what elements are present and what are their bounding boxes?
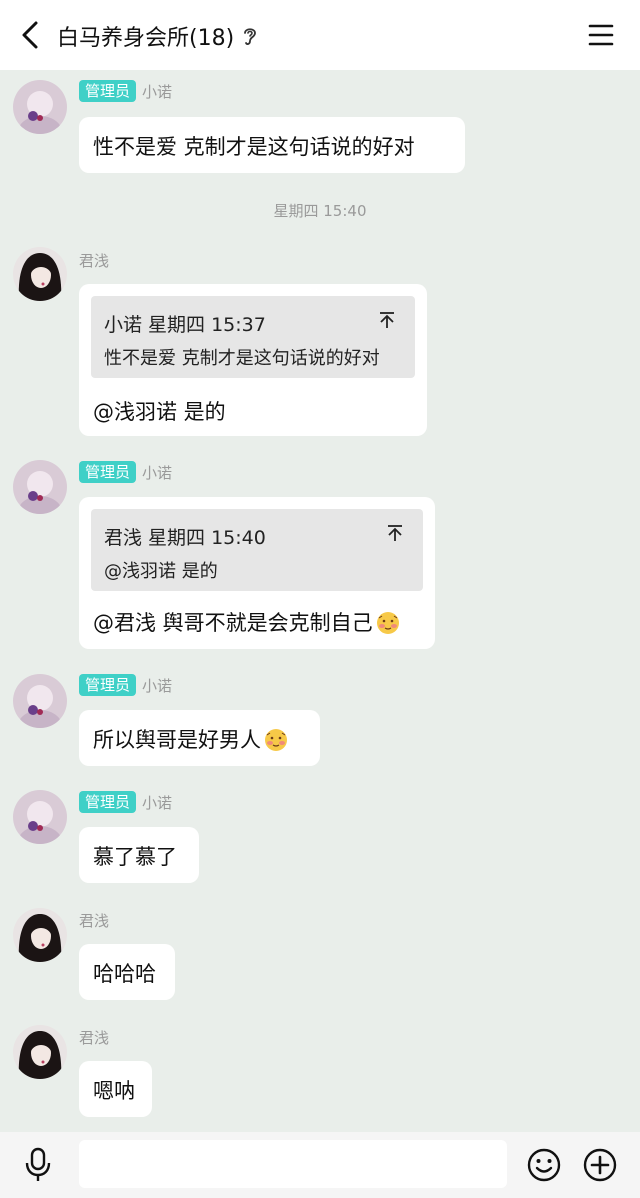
admin-badge: 管理员 xyxy=(79,674,137,696)
message-text-row: 所以舆哥是好男人 xyxy=(93,724,289,757)
message-bubble[interactable]: 嗯呐 xyxy=(79,1061,152,1117)
quote-body: 性不是爱 克制才是这句话说的好对 xyxy=(104,348,380,369)
avatar[interactable] xyxy=(13,460,67,514)
avatar[interactable] xyxy=(13,247,67,301)
sender-name: 小诺 xyxy=(142,793,173,812)
message-input[interactable] xyxy=(79,1140,507,1188)
message-text: 慕了慕了 xyxy=(93,845,177,869)
message-text: @君浅 舆哥不就是会克制自己 xyxy=(93,611,373,635)
reply-quote[interactable]: 君浅 星期四 15:40 @浅羽诺 是的 xyxy=(91,509,423,591)
ear-icon xyxy=(242,25,258,47)
avatar[interactable] xyxy=(13,80,67,134)
sender-name: 小诺 xyxy=(142,676,173,695)
avatar[interactable] xyxy=(13,1025,67,1079)
message-bubble[interactable]: 所以舆哥是好男人 xyxy=(79,710,320,766)
avatar[interactable] xyxy=(13,790,67,844)
quote-body: @浅羽诺 是的 xyxy=(104,561,218,582)
blushing-face-icon xyxy=(263,726,289,757)
quote-header: 小诺 星期四 15:37 xyxy=(104,314,266,336)
pin-top-icon xyxy=(387,523,403,547)
message-bubble[interactable]: 小诺 星期四 15:37 性不是爱 克制才是这句话说的好对 @浅羽诺 是的 xyxy=(79,284,427,436)
chat-header: 白马养身会所(18) xyxy=(0,0,640,70)
voice-button[interactable] xyxy=(22,1147,54,1187)
message-bubble[interactable]: 性不是爱 克制才是这句话说的好对 xyxy=(79,117,465,173)
avatar[interactable] xyxy=(13,674,67,728)
timestamp: 星期四 15:40 xyxy=(273,202,367,220)
message-meta: 君浅 xyxy=(79,909,109,931)
more-button[interactable] xyxy=(582,1147,618,1187)
message-meta: 管理员 小诺 xyxy=(79,791,172,813)
microphone-icon xyxy=(25,1147,51,1181)
plus-circle-icon xyxy=(583,1148,617,1182)
message-meta: 管理员 小诺 xyxy=(79,674,172,696)
back-button[interactable] xyxy=(14,18,46,52)
message-meta: 君浅 xyxy=(79,249,109,271)
sender-name: 君浅 xyxy=(79,1028,110,1047)
menu-icon xyxy=(588,24,614,46)
reply-quote[interactable]: 小诺 星期四 15:37 性不是爱 克制才是这句话说的好对 xyxy=(91,296,415,378)
message-meta: 管理员 小诺 xyxy=(79,80,172,102)
message-text: 所以舆哥是好男人 xyxy=(93,728,261,752)
message-bubble[interactable]: 哈哈哈 xyxy=(79,944,175,1000)
sender-name: 小诺 xyxy=(142,463,173,482)
sender-name: 君浅 xyxy=(79,911,110,930)
message-meta: 管理员 小诺 xyxy=(79,461,172,483)
emoji-button[interactable] xyxy=(526,1147,562,1187)
message-text-row: @君浅 舆哥不就是会克制自己 xyxy=(93,607,401,640)
sender-name: 小诺 xyxy=(142,82,173,101)
admin-badge: 管理员 xyxy=(79,791,137,813)
title-wrap[interactable]: 白马养身会所(18) xyxy=(57,20,258,52)
message-bubble[interactable]: 君浅 星期四 15:40 @浅羽诺 是的 @君浅 舆哥不就是会克制自己 xyxy=(79,497,435,649)
admin-badge: 管理员 xyxy=(79,80,137,102)
message-text: 哈哈哈 xyxy=(93,962,156,986)
message-text: 性不是爱 克制才是这句话说的好对 xyxy=(93,135,415,159)
admin-badge: 管理员 xyxy=(79,461,137,483)
quote-header: 君浅 星期四 15:40 xyxy=(104,527,266,549)
smiley-icon xyxy=(527,1148,561,1182)
avatar[interactable] xyxy=(13,908,67,962)
chat-title: 白马养身会所(18) xyxy=(57,26,235,51)
sender-name: 君浅 xyxy=(79,251,110,270)
message-meta: 君浅 xyxy=(79,1026,109,1048)
input-bar xyxy=(0,1132,640,1198)
message-bubble[interactable]: 慕了慕了 xyxy=(79,827,199,883)
message-text: @浅羽诺 是的 xyxy=(93,400,226,424)
message-text: 嗯呐 xyxy=(93,1079,135,1103)
chevron-left-icon xyxy=(22,21,38,49)
blushing-face-icon xyxy=(375,609,401,640)
menu-button[interactable] xyxy=(586,22,616,48)
pin-top-icon xyxy=(379,310,395,334)
